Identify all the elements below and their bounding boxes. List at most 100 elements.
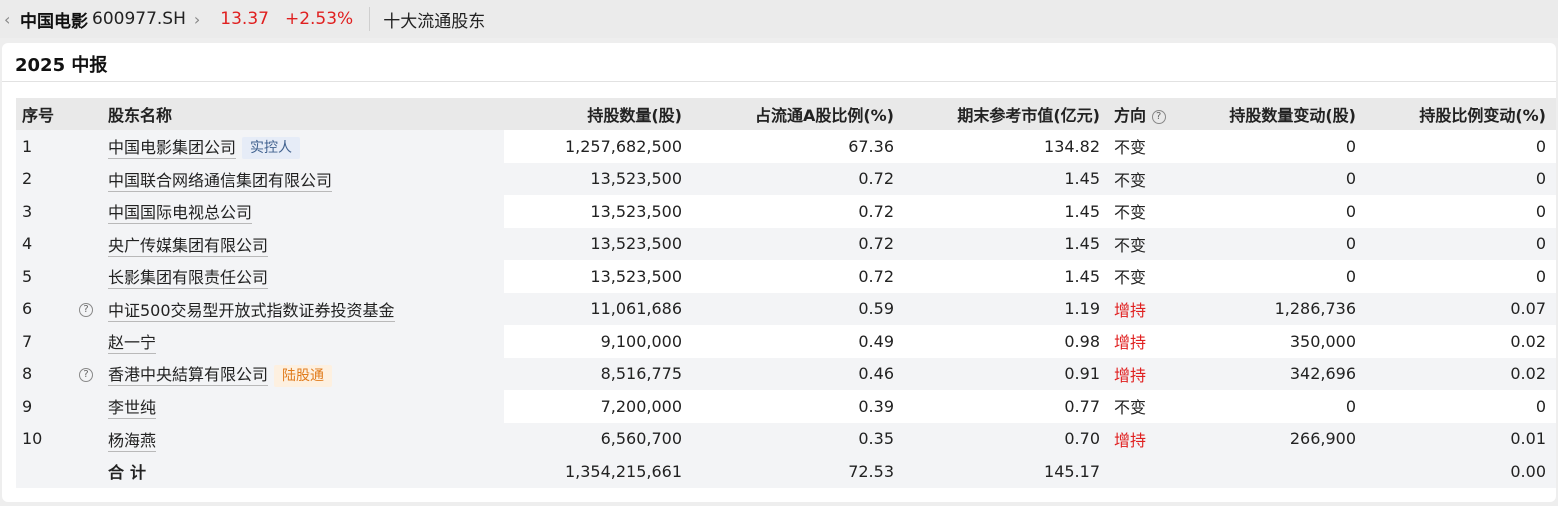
ratio-cell: 67.36 [692,130,904,163]
holder-tag-badge: 陆股通 [274,364,333,387]
ratio-cell: 0.72 [692,195,904,228]
holder-name-link[interactable]: 央广传媒集团有限公司 [108,235,269,257]
question-icon[interactable]: ? [79,302,93,317]
ratio-change-cell: 0.02 [1366,357,1556,390]
holder-name-link[interactable]: 中国联合网络通信集团有限公司 [108,170,333,192]
shares-cell: 6,560,700 [504,422,692,455]
ratio-change-cell: 0 [1366,390,1556,423]
row-index: 2 [16,162,70,195]
header-divider [369,7,371,31]
holder-name-link[interactable]: 赵一宁 [108,333,157,355]
shares-cell: 1,257,682,500 [504,130,692,163]
total-label-cell: 合计 [102,455,504,488]
total-ratio-change-cell: 0.00 [1366,455,1556,488]
shares-cell: 13,523,500 [504,195,692,228]
holder-name-cell: 李世纯 [102,390,504,423]
direction-cell: 不变 [1110,130,1206,163]
col-header-ratio[interactable]: 占流通A股比例(%) [692,98,904,130]
holder-name-link[interactable]: 杨海燕 [108,430,157,452]
total-direction-cell [1110,455,1206,488]
ratio-change-cell: 0 [1366,162,1556,195]
shares-change-cell: 0 [1206,130,1366,163]
ratio-cell: 0.35 [692,422,904,455]
col-header-market-value[interactable]: 期末参考市值(亿元) [904,98,1110,130]
shares-change-cell: 350,000 [1206,325,1366,358]
holder-name-link[interactable]: 中国电影集团公司 [108,137,237,159]
direction-cell: 增持 [1110,292,1206,325]
holders-panel: 2025 中报 序号 股东名称 持股数量(股) 占流通A股比例(%) 期末参考市… [2,43,1556,502]
row-help-cell [70,130,102,163]
row-help-cell [70,227,102,260]
top-bar: ‹ 中国电影 600977.SH › 13.37 +2.53% 十大流通股东 [0,0,1558,38]
table-row[interactable]: 1 中国电影集团公司 实控人 1,257,682,500 67.36 134.82 不变 0 0 [16,130,1556,163]
row-index: 6 [16,292,70,325]
table-row[interactable]: 10 杨海燕 6,560,700 0.35 0.70 增持 266,900 0.01 [16,422,1556,455]
direction-cell: 不变 [1110,260,1206,293]
ratio-change-cell: 0.07 [1366,292,1556,325]
table-row[interactable]: 8? 香港中央結算有限公司 陆股通 8,516,775 0.46 0.91 增持 342,69… [16,357,1556,390]
shares-change-cell: 266,900 [1206,422,1366,455]
row-help-cell [70,162,102,195]
total-help-cell [70,455,102,488]
chevron-right-icon[interactable]: › [194,10,200,29]
shares-change-cell: 0 [1206,390,1366,423]
total-shares-cell: 1,354,215,661 [504,455,692,488]
row-index: 10 [16,422,70,455]
total-ratio-cell: 72.53 [692,455,904,488]
panel-divider [2,81,1556,82]
ratio-change-cell: 0 [1366,130,1556,163]
shares-cell: 13,523,500 [504,260,692,293]
holder-name-cell: 中国电影集团公司 实控人 [102,130,504,163]
shares-change-cell: 1,286,736 [1206,292,1366,325]
market-value-cell: 1.45 [904,227,1110,260]
row-help-cell: ? [70,292,102,325]
col-header-shares-change[interactable]: 持股数量变动(股) [1206,98,1366,130]
table-row[interactable]: 6? 中证500交易型开放式指数证券投资基金 11,061,686 0.59 1.19 增… [16,292,1556,325]
market-value-cell: 0.70 [904,422,1110,455]
market-value-cell: 1.19 [904,292,1110,325]
table-row[interactable]: 3 中国国际电视总公司 13,523,500 0.72 1.45 不变 0 0 [16,195,1556,228]
back-chevron-icon[interactable]: ‹ [4,10,18,29]
holder-name-link[interactable]: 香港中央結算有限公司 [108,365,269,386]
stock-name[interactable]: 中国电影 [20,7,88,32]
shares-change-cell: 0 [1206,260,1366,293]
col-header-shares[interactable]: 持股数量(股) [504,98,692,130]
market-value-cell: 134.82 [904,130,1110,163]
stock-code[interactable]: 600977.SH [92,9,186,29]
ratio-change-cell: 0 [1366,227,1556,260]
row-index: 1 [16,130,70,163]
question-icon[interactable]: ? [1151,109,1166,124]
holder-name-link[interactable]: 李世纯 [108,398,157,420]
table-row[interactable]: 7 赵一宁 9,100,000 0.49 0.98 增持 350,000 0.02 [16,325,1556,358]
ratio-cell: 0.72 [692,260,904,293]
market-value-cell: 1.45 [904,260,1110,293]
holder-name-link[interactable]: 长影集团有限责任公司 [108,268,269,290]
row-index: 9 [16,390,70,423]
ratio-cell: 0.72 [692,162,904,195]
col-header-ratio-change[interactable]: 持股比例变动(%) [1366,98,1556,130]
holder-name-link[interactable]: 中证500交易型开放式指数证券投资基金 [108,300,395,322]
shares-cell: 7,200,000 [504,390,692,423]
report-period-title: 2025 中报 [15,55,108,76]
holder-name-cell: 香港中央結算有限公司 陆股通 [102,357,504,390]
holder-name-link[interactable]: 中国国际电视总公司 [108,203,253,225]
ratio-cell: 0.49 [692,325,904,358]
total-value-cell: 145.17 [904,455,1110,488]
table-row[interactable]: 9 李世纯 7,200,000 0.39 0.77 不变 0 0 [16,390,1556,423]
row-help-cell: ? [70,357,102,390]
market-value-cell: 0.91 [904,357,1110,390]
row-index: 7 [16,325,70,358]
market-value-cell: 1.45 [904,195,1110,228]
question-icon[interactable]: ? [79,367,93,382]
col-header-index: 序号 [16,98,70,130]
table-row[interactable]: 2 中国联合网络通信集团有限公司 13,523,500 0.72 1.45 不变 0 0 [16,162,1556,195]
stock-price: 13.37 [220,9,269,29]
table-row[interactable]: 4 央广传媒集团有限公司 13,523,500 0.72 1.45 不变 0 0 [16,227,1556,260]
table-header-row: 序号 股东名称 持股数量(股) 占流通A股比例(%) 期末参考市值(亿元) 方向… [16,98,1556,130]
market-value-cell: 0.98 [904,325,1110,358]
table-row[interactable]: 5 长影集团有限责任公司 13,523,500 0.72 1.45 不变 0 0 [16,260,1556,293]
holder-name-cell: 中国国际电视总公司 [102,195,504,228]
shares-cell: 8,516,775 [504,357,692,390]
holder-name-cell: 长影集团有限责任公司 [102,260,504,293]
row-help-cell [70,422,102,455]
